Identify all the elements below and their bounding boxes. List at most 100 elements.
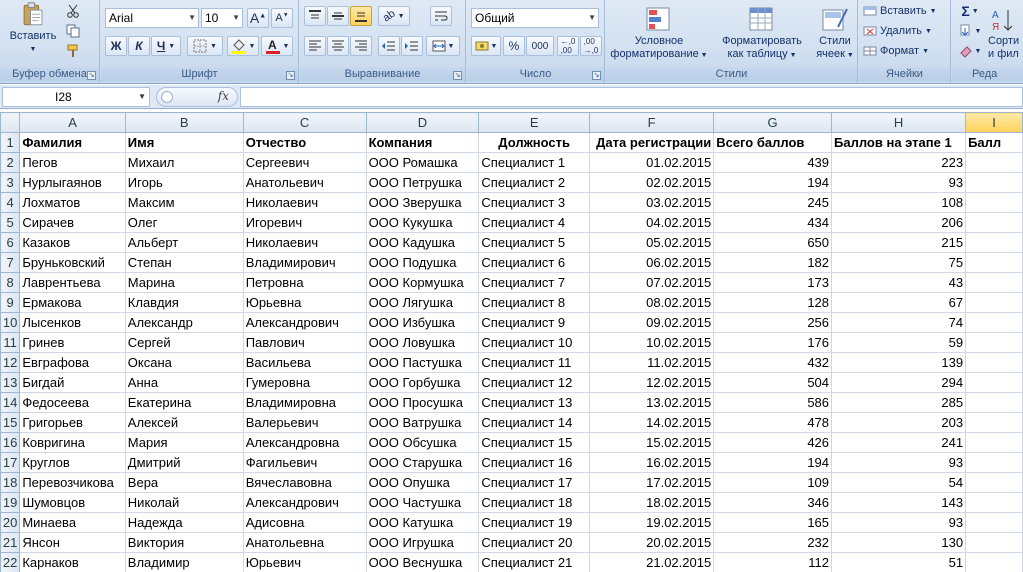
table-cell[interactable]: Специалист 15 bbox=[478, 432, 590, 453]
format-cells-button[interactable]: Формат ▼ bbox=[863, 42, 949, 60]
table-cell[interactable]: 16.02.2015 bbox=[588, 452, 715, 473]
grow-font-button[interactable]: A▲ bbox=[247, 8, 269, 28]
row-header[interactable]: 4 bbox=[0, 192, 21, 213]
align-bottom-button[interactable] bbox=[350, 6, 372, 26]
table-cell[interactable] bbox=[965, 332, 1023, 353]
table-cell[interactable]: ООО Старушка bbox=[365, 452, 480, 473]
number-launcher-icon[interactable]: ↘ bbox=[592, 71, 601, 80]
table-cell[interactable]: Специалист 19 bbox=[478, 512, 590, 533]
clear-button[interactable]: ▼ bbox=[956, 42, 984, 60]
column-header[interactable]: H bbox=[831, 112, 967, 133]
table-cell[interactable]: 59 bbox=[831, 332, 967, 353]
insert-cells-button[interactable]: Вставить ▼ bbox=[863, 2, 949, 20]
merge-center-button[interactable]: ▼ bbox=[426, 36, 460, 56]
table-cell[interactable]: 128 bbox=[713, 292, 833, 313]
align-top-button[interactable] bbox=[304, 6, 326, 26]
table-cell[interactable]: 93 bbox=[831, 512, 967, 533]
table-cell[interactable]: Анна bbox=[124, 372, 244, 393]
header-cell[interactable]: Имя bbox=[124, 132, 244, 153]
header-cell[interactable]: Дата регистрации bbox=[588, 132, 715, 153]
table-cell[interactable] bbox=[965, 452, 1023, 473]
table-cell[interactable]: ООО Частушка bbox=[365, 492, 480, 513]
table-cell[interactable]: Игорь bbox=[124, 172, 244, 193]
table-cell[interactable]: Юрьевич bbox=[242, 552, 367, 572]
header-cell[interactable]: Должность bbox=[478, 132, 590, 153]
table-cell[interactable]: Специалист 16 bbox=[478, 452, 590, 473]
chevron-down-icon[interactable]: ▼ bbox=[138, 88, 146, 106]
number-format-combo[interactable]: Общий ▼ bbox=[471, 8, 599, 28]
table-cell[interactable]: 74 bbox=[831, 312, 967, 333]
table-cell[interactable]: 02.02.2015 bbox=[588, 172, 715, 193]
table-cell[interactable]: 439 bbox=[713, 152, 833, 173]
table-cell[interactable] bbox=[965, 272, 1023, 293]
table-cell[interactable]: Клавдия bbox=[124, 292, 244, 313]
column-header[interactable]: D bbox=[365, 112, 480, 133]
thousands-button[interactable]: 000 bbox=[526, 36, 554, 56]
table-cell[interactable]: Специалист 17 bbox=[478, 472, 590, 493]
row-header[interactable]: 11 bbox=[0, 332, 21, 353]
table-cell[interactable]: Фагильевич bbox=[242, 452, 367, 473]
table-cell[interactable]: Специалист 8 bbox=[478, 292, 590, 313]
table-cell[interactable]: 43 bbox=[831, 272, 967, 293]
table-cell[interactable]: 17.02.2015 bbox=[588, 472, 715, 493]
table-cell[interactable]: 586 bbox=[713, 392, 833, 413]
table-cell[interactable] bbox=[965, 152, 1023, 173]
percent-button[interactable]: % bbox=[503, 36, 525, 56]
table-cell[interactable]: 13.02.2015 bbox=[588, 392, 715, 413]
table-cell[interactable]: Лысенков bbox=[19, 312, 126, 333]
table-cell[interactable]: Максим bbox=[124, 192, 244, 213]
table-cell[interactable]: 426 bbox=[713, 432, 833, 453]
table-cell[interactable]: 478 bbox=[713, 412, 833, 433]
table-cell[interactable]: Адисовна bbox=[242, 512, 367, 533]
table-cell[interactable]: ООО Пастушка bbox=[365, 352, 480, 373]
table-cell[interactable]: Васильева bbox=[242, 352, 367, 373]
formula-input[interactable] bbox=[240, 87, 1023, 107]
fill-color-button[interactable]: ▼ bbox=[227, 36, 259, 56]
table-cell[interactable]: 215 bbox=[831, 232, 967, 253]
orientation-button[interactable]: ab ▼ bbox=[378, 6, 410, 26]
increase-indent-button[interactable] bbox=[401, 36, 423, 56]
sort-filter-button[interactable]: АЯ Сорти и фил bbox=[988, 2, 1023, 64]
table-cell[interactable]: Владимировна bbox=[242, 392, 367, 413]
align-middle-button[interactable] bbox=[327, 6, 349, 26]
table-cell[interactable]: Григорьев bbox=[19, 412, 126, 433]
table-cell[interactable]: 93 bbox=[831, 452, 967, 473]
table-cell[interactable]: 93 bbox=[831, 172, 967, 193]
table-cell[interactable]: Владимир bbox=[124, 552, 244, 572]
wrap-text-button[interactable] bbox=[430, 6, 452, 26]
table-cell[interactable]: 165 bbox=[713, 512, 833, 533]
table-cell[interactable]: Специалист 20 bbox=[478, 532, 590, 553]
copy-button[interactable] bbox=[64, 22, 82, 40]
table-cell[interactable]: Специалист 13 bbox=[478, 392, 590, 413]
table-cell[interactable]: 206 bbox=[831, 212, 967, 233]
table-cell[interactable]: 434 bbox=[713, 212, 833, 233]
row-header[interactable]: 2 bbox=[0, 152, 21, 173]
table-cell[interactable]: Екатерина bbox=[124, 392, 244, 413]
table-cell[interactable]: Специалист 12 bbox=[478, 372, 590, 393]
table-cell[interactable]: 139 bbox=[831, 352, 967, 373]
row-header[interactable]: 15 bbox=[0, 412, 21, 433]
table-cell[interactable]: Круглов bbox=[19, 452, 126, 473]
table-cell[interactable]: Евграфова bbox=[19, 352, 126, 373]
row-header[interactable]: 21 bbox=[0, 532, 21, 553]
autosum-button[interactable]: Σ ▼ bbox=[956, 2, 984, 20]
table-cell[interactable]: 285 bbox=[831, 392, 967, 413]
table-cell[interactable]: Специалист 18 bbox=[478, 492, 590, 513]
table-cell[interactable]: 05.02.2015 bbox=[588, 232, 715, 253]
decrease-indent-button[interactable] bbox=[378, 36, 400, 56]
table-cell[interactable]: Михаил bbox=[124, 152, 244, 173]
table-cell[interactable]: Специалист 4 bbox=[478, 212, 590, 233]
table-cell[interactable]: 15.02.2015 bbox=[588, 432, 715, 453]
table-cell[interactable]: 504 bbox=[713, 372, 833, 393]
table-cell[interactable]: Бигдай bbox=[19, 372, 126, 393]
table-cell[interactable] bbox=[965, 352, 1023, 373]
table-cell[interactable]: 194 bbox=[713, 172, 833, 193]
table-cell[interactable]: 51 bbox=[831, 552, 967, 572]
row-header[interactable]: 14 bbox=[0, 392, 21, 413]
select-all-corner[interactable] bbox=[0, 112, 21, 133]
table-cell[interactable]: 130 bbox=[831, 532, 967, 553]
accounting-format-button[interactable]: ▼ bbox=[471, 36, 501, 56]
table-cell[interactable]: Лохматов bbox=[19, 192, 126, 213]
table-cell[interactable]: Сергеевич bbox=[242, 152, 367, 173]
table-cell[interactable]: 346 bbox=[713, 492, 833, 513]
